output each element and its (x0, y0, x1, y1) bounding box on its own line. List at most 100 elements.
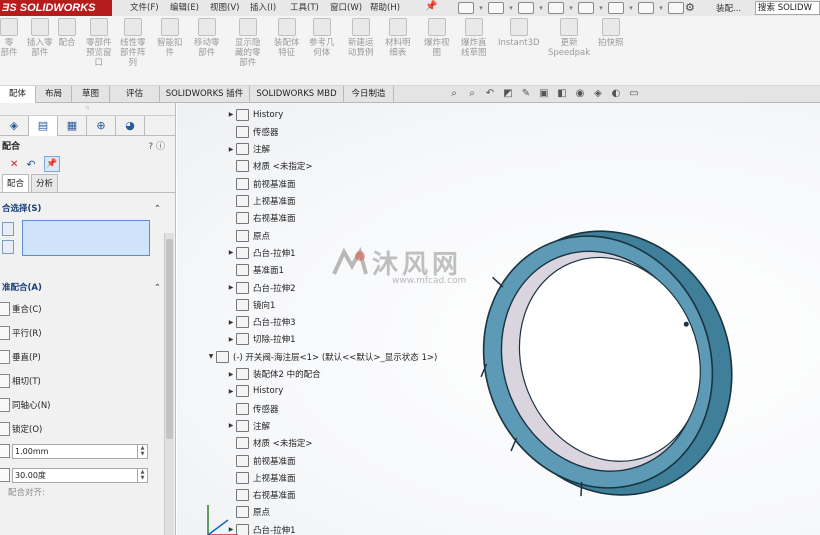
tab-mates[interactable]: 配合 (2, 174, 30, 192)
expand-arrow-icon[interactable]: ▶ (226, 388, 236, 395)
tree-item[interactable]: ▶ 注解 (226, 417, 270, 434)
tree-item[interactable]: 传感器 (226, 400, 279, 417)
ribbon-button[interactable]: 配合 (58, 18, 76, 48)
undo-icon[interactable] (578, 2, 594, 14)
tree-item[interactable]: 上视基准面 (226, 193, 296, 210)
tree-item[interactable]: ▶ History (226, 383, 283, 400)
ribbon-button[interactable]: Instant3D (498, 18, 540, 48)
angle-input[interactable]: 30.00度 ▲ ▼ (12, 467, 148, 483)
pin-icon[interactable]: 📌 (425, 1, 439, 15)
select-icon[interactable] (608, 2, 624, 14)
menu-item[interactable]: 文件(F) (128, 0, 168, 16)
expand-arrow-icon[interactable]: ▶ (226, 249, 236, 256)
menu-item[interactable]: 工具(T) (288, 0, 328, 16)
undo-mate-icon[interactable]: ↶ (26, 158, 35, 171)
dimxpert-tab-icon[interactable]: ⊕ (87, 116, 116, 136)
search-input[interactable]: 搜索 SOLIDW (755, 1, 820, 15)
scroll-thumb[interactable] (166, 239, 173, 439)
tree-item[interactable]: ▶ History (226, 106, 283, 123)
tab[interactable]: SOLIDWORKS MBD (250, 86, 344, 103)
tree-item[interactable]: ▶ 凸台-拉伸1 (226, 244, 295, 261)
menu-item[interactable]: 视图(V) (208, 0, 248, 16)
panel-grip[interactable]: ◦ (0, 103, 175, 116)
ribbon-button[interactable]: 显示隐 藏的零 部件 (235, 18, 261, 68)
dynamic-annotation-icon[interactable]: ✎ (520, 88, 532, 100)
ribbon-button[interactable]: 智能扣 件 (157, 18, 183, 58)
display-manager-tab-icon[interactable]: ◕ (116, 116, 145, 136)
cancel-icon[interactable]: ✕ (10, 159, 18, 170)
tree-item[interactable]: 原点 (226, 227, 270, 244)
tree-item[interactable]: 材质 <未指定> (226, 158, 312, 175)
ribbon-button[interactable]: 插入零 部件 (27, 18, 53, 58)
tree-item[interactable]: 传感器 (226, 123, 279, 140)
tree-item[interactable]: ▶ 凸台-拉伸3 (226, 314, 295, 331)
tab-analysis[interactable]: 分析 (31, 174, 59, 192)
view-orientation-icon[interactable]: ▣ (538, 88, 550, 100)
collapse-icon[interactable]: ⌃ (154, 201, 161, 218)
mate-type-option[interactable]: 重合(C) (0, 297, 175, 321)
mate-type-option[interactable]: 相切(T) (0, 369, 175, 393)
options-icon[interactable] (668, 2, 684, 14)
tree-item[interactable]: 基准面1 (226, 262, 284, 279)
tree-item[interactable]: ▶ 注解 (226, 141, 270, 158)
collapse-icon[interactable]: ⌃ (154, 280, 161, 297)
tree-item[interactable]: ▶ 装配体2 中的配合 (226, 366, 321, 383)
tree-item[interactable]: 前视基准面 (226, 452, 296, 469)
tree-item[interactable]: 前视基准面 (226, 175, 296, 192)
mate-type-option[interactable]: 垂直(P) (0, 345, 175, 369)
print-icon[interactable] (548, 2, 564, 14)
menu-item[interactable]: 编辑(E) (168, 0, 208, 16)
mate-type-option[interactable]: 平行(R) (0, 321, 175, 345)
configuration-manager-tab-icon[interactable]: ▦ (58, 116, 87, 136)
menu-item[interactable]: 帮助(H) (368, 0, 408, 16)
expand-arrow-icon[interactable]: ▶ (226, 422, 236, 429)
expand-arrow-icon[interactable]: ▶ (226, 284, 236, 291)
gear-icon[interactable]: ⚙ (685, 1, 695, 14)
mate-selection-box[interactable] (22, 220, 150, 256)
edit-appearance-icon[interactable]: ◈ (592, 88, 604, 100)
expand-arrow-icon[interactable]: ▶ (226, 336, 236, 343)
help-icon[interactable]: ? ⓘ (148, 139, 165, 152)
ribbon-button[interactable]: 移动零 部件 (194, 18, 220, 58)
ribbon-button[interactable]: 爆炸视 图 (424, 18, 450, 58)
open-icon[interactable] (488, 2, 504, 14)
expand-arrow-icon[interactable]: ▼ (206, 353, 216, 360)
expand-arrow-icon[interactable]: ▶ (226, 319, 236, 326)
hide-show-icon[interactable]: ◉ (574, 88, 586, 100)
tree-item[interactable]: ▼ (-) 开关阀-海注层<1> (默认<<默认>_显示状态 1>) (206, 348, 437, 365)
tree-item[interactable]: 右视基准面 (226, 210, 296, 227)
tab[interactable]: 布局 (36, 86, 72, 103)
section-mate-selections[interactable]: 合选择(S) ⌃ (0, 201, 175, 218)
save-icon[interactable] (518, 2, 534, 14)
ribbon-button[interactable]: 新建运 动算例 (348, 18, 374, 58)
ribbon-button[interactable]: 爆炸直 线草图 (461, 18, 487, 58)
ribbon-button[interactable]: 零 部件 (0, 18, 18, 58)
ribbon-button[interactable]: 更新 Speedpak (548, 18, 590, 58)
feature-manager-tab-icon[interactable]: ◈ (0, 116, 29, 136)
tab[interactable]: 今日制造 (344, 86, 394, 103)
keep-visible-pin-icon[interactable]: 📌 (43, 156, 60, 172)
ribbon-button[interactable]: 零部件 预览窗 口 (86, 18, 112, 68)
tab[interactable]: 配体 (0, 86, 36, 103)
ribbon-button[interactable]: 参考几 何体 (309, 18, 335, 58)
zoom-area-icon[interactable]: ⌕ (466, 88, 478, 100)
spin-arrows[interactable]: ▲ ▼ (137, 468, 147, 482)
mate-type-option[interactable]: 锁定(O) (0, 417, 175, 441)
tab[interactable]: SOLIDWORKS 插件 (160, 86, 250, 103)
distance-input[interactable]: 1.00mm ▲ ▼ (12, 443, 148, 459)
previous-view-icon[interactable]: ↶ (484, 88, 496, 100)
menu-item[interactable]: 窗口(W) (328, 0, 368, 16)
ribbon-button[interactable]: 装配体 特征 (274, 18, 300, 58)
ribbon-button[interactable]: 线性零 部件阵 列 (120, 18, 146, 68)
tree-item[interactable]: ▶ 凸台-拉伸2 (226, 279, 295, 296)
mate-type-option[interactable]: 同轴心(N) (0, 393, 175, 417)
spin-arrows[interactable]: ▲ ▼ (137, 444, 147, 458)
section-standard-mates[interactable]: 准配合(A) ⌃ (0, 280, 175, 297)
new-document-icon[interactable] (458, 2, 474, 14)
rebuild-icon[interactable] (638, 2, 654, 14)
tab[interactable]: 评估 (110, 86, 160, 103)
tree-item[interactable]: 镜向1 (226, 296, 275, 313)
zoom-fit-icon[interactable]: ⌕ (448, 88, 460, 100)
ribbon-button[interactable]: 材料明 细表 (385, 18, 411, 58)
pm-scrollbar[interactable] (164, 233, 174, 535)
